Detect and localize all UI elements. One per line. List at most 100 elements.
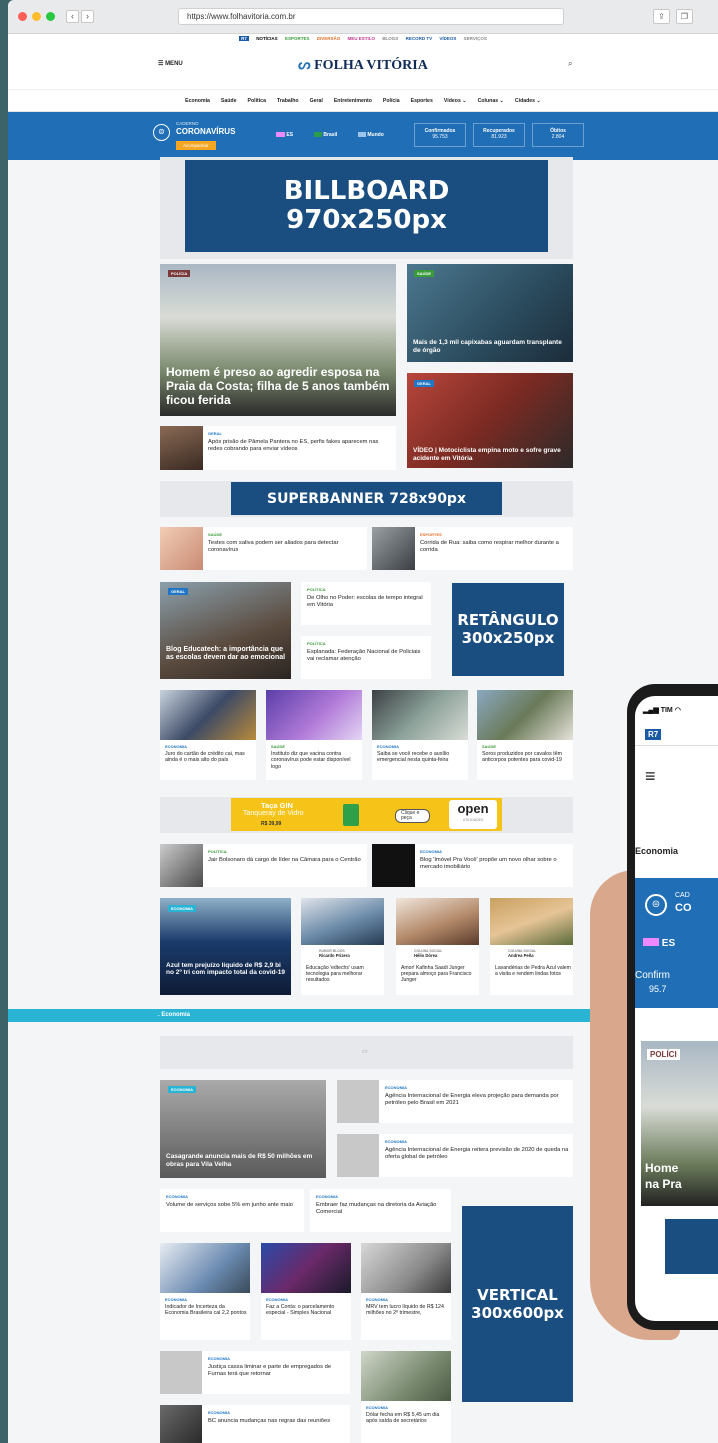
topbar-link[interactable]: VÍDEOS [439,36,456,41]
column-photo [396,898,479,945]
follow-button[interactable]: Acompanhar [176,141,216,150]
share-icon[interactable]: ⇪ [653,9,670,24]
region-brasil[interactable]: Brasil [314,132,337,138]
hamburger-icon[interactable]: ≡ [645,766,656,787]
retangulo-ad[interactable]: RETÂNGULO 300x250px [452,583,564,676]
story-card[interactable]: ECONOMIA Embraer faz mudanças na diretor… [310,1189,451,1232]
story-tag: ECONOMIA [166,1194,188,1199]
topbar-link[interactable]: RECORD TV [406,36,433,41]
column-card[interactable]: COLUNA SOCIAL Andrea Peña Lavandérias de… [490,898,573,995]
story-card[interactable]: ECONOMIA Indicador de Incerteza da Econo… [160,1243,250,1340]
topbar-link[interactable]: NOTÍCIAS [256,36,278,41]
economia-main-title[interactable]: Casagrande anuncia mais de R$ 50 milhões… [166,1153,322,1169]
story-card[interactable]: ECONOMIA Faz a Conta: o parcelamento esp… [261,1243,351,1340]
nav-item[interactable]: Saúde [221,98,237,104]
story-card[interactable]: ESPORTES Corrida de Rua: saiba como resp… [372,527,573,570]
story-title: Saiba se você recebe o auxílio emergenci… [377,751,450,764]
azul-image[interactable] [160,898,291,995]
brand-name: open [457,801,489,816]
topbar-link[interactable]: ESPORTES [285,36,310,41]
story-title: BC anuncia mudanças nas regras das reuni… [208,1418,331,1424]
column-author: Andrea Peña [508,953,534,958]
story-card[interactable]: ECONOMIA Agência Internacional de Energi… [337,1080,573,1123]
blog-title[interactable]: Blog Educatech: a importância que as esc… [166,646,288,662]
gin-bottle-icon [343,804,359,826]
ad-placeholder: ▭ [160,1036,573,1069]
nav-item[interactable]: Vídeos ⌄ [444,98,467,104]
back-icon[interactable]: ‹ [66,10,79,23]
column-card[interactable]: COLUNA SOCIAL Hélio Dórea Amor! Kafinha … [396,898,479,995]
nav-item[interactable]: Entretenimento [334,98,372,104]
promo-cta[interactable]: Clique e peça [395,809,430,823]
nav-item[interactable]: Polícia [383,98,400,104]
nav-item[interactable]: Colunas ⌄ [478,98,504,104]
azul-title[interactable]: Azul tem prejuízo líquido de R$ 2,9 bi n… [166,962,288,977]
story-card[interactable]: ECONOMIA Agência Internacional de Energi… [337,1134,573,1177]
story-tag: GERAL [414,380,434,387]
story-thumb [337,1080,379,1123]
billboard-ad[interactable]: BILLBOARD 970x250px [185,160,548,252]
phone-ad[interactable] [665,1219,718,1274]
region-mundo[interactable]: Mundo [358,132,384,138]
promo-ad[interactable]: Taça GIN Tanqueray de Vidro R$ 39,99 Cli… [231,798,502,831]
topbar-link[interactable]: MEU ESTILO [348,36,376,41]
story-card[interactable]: ECONOMIA Juro do cartão de crédito cai, … [160,690,256,780]
main-nav: Economia Saúde Política Trabalho Geral Entret… [8,90,718,112]
vertical-ad[interactable]: VERTICAL 300x600px [462,1206,573,1402]
site-logo[interactable]: ᔕ FOLHA VITÓRIA [8,57,718,74]
nav-item[interactable]: Esportes [411,98,433,104]
minimize-dot[interactable] [32,12,41,21]
column-title: Lavandérias de Pedra Azul valem a visita… [495,965,571,978]
story-title: Faz a Conta: o parcelamento especial - S… [266,1304,335,1317]
phone-nav-item[interactable]: Economia [635,846,678,856]
nav-item[interactable]: Geral [310,98,323,104]
topbar-link[interactable]: SERVIÇOS [464,36,487,41]
story-card[interactable]: ECONOMIA BC anuncia mudanças nas regras … [160,1405,350,1443]
search-icon[interactable]: ⌕ [568,59,572,69]
topbar-link[interactable]: DIVERSÃO [317,36,341,41]
forward-icon[interactable]: › [81,10,94,23]
story-thumb [160,426,203,470]
story-title: Instituto diz que vacina contra coronaví… [271,751,351,770]
story-tag: POLÍCIA [168,270,191,277]
story-card[interactable]: ECONOMIA Justiça cassa liminar e parte d… [160,1351,350,1394]
region-es[interactable]: ES [643,938,675,949]
zoom-dot[interactable] [46,12,55,21]
story-title: Justiça cassa liminar e parte de emprega… [208,1364,332,1377]
story-card[interactable]: GERAL Após prisão de Pâmela Pantera no E… [160,426,396,470]
story-card[interactable]: ECONOMIA Volume de serviços sobe 5% em j… [160,1189,304,1232]
stat-recuperados: Recuperados 81.923 [473,123,525,147]
nav-item[interactable]: Cidades ⌄ [515,98,541,104]
url-bar[interactable]: https://www.folhavitoria.com.br [178,8,564,25]
nav-item[interactable]: Trabalho [277,98,299,104]
nav-item[interactable]: Economia [185,98,210,104]
story-card[interactable]: POLÍTICA Jair Bolsonaro dá cargo de líde… [160,844,367,887]
story-card[interactable]: SAÚDE Soros produzidos por cavalos têm a… [477,690,573,780]
story-card[interactable]: ECONOMIA Dólar fecha em R$ 5,45 um dia a… [361,1351,451,1443]
nav-item[interactable]: Política [248,98,266,104]
tabs-icon[interactable]: ❐ [676,9,693,24]
blog-image[interactable] [160,582,291,679]
story-title: Embraer faz mudanças na diretoria da Avi… [316,1202,437,1215]
region-label: ES [286,132,294,138]
story-card[interactable]: ECONOMIA Blog 'Imóvel Pra Você' propõe u… [372,844,573,887]
story-card[interactable]: ECONOMIA MRV tem lucro líquido de R$ 124… [361,1243,451,1340]
story-card[interactable]: POLÍTICA De Olho no Poder: escolas de te… [301,582,431,625]
side-story-title[interactable]: VÍDEO | Motociclista empina moto e sofre… [413,447,569,463]
column-card[interactable]: HUMOR BLOGS Ricardo Prizera Educação 'ed… [301,898,384,995]
r7-logo[interactable]: R7 [239,36,249,41]
region-es[interactable]: ES [276,132,293,138]
r7-logo[interactable]: R7 [645,729,662,740]
superbanner-ad[interactable]: SUPERBANNER 728x90px [231,482,502,515]
topbar-link[interactable]: BLOGS [382,36,398,41]
close-dot[interactable] [18,12,27,21]
story-card[interactable]: POLÍTICA Esplanada: Federação Nacional d… [301,636,431,679]
main-story-title[interactable]: Homem é preso ao agredir esposa na Praia… [166,365,396,407]
column-title: Amor! Kafinha Saadi Junger prepara almoç… [401,965,472,984]
logo-text: FOLHA VITÓRIA [314,58,428,73]
story-card[interactable]: SAÚDE Testes com saliva podem ser aliado… [160,527,367,570]
story-card[interactable]: SAÚDE Instituto diz que vacina contra co… [266,690,362,780]
side-story-title[interactable]: Mais de 1,3 mil capixabas aguardam trans… [413,339,569,355]
story-card[interactable]: ECONOMIA Saiba se você recebe o auxílio … [372,690,468,780]
story-thumb [160,1405,202,1443]
